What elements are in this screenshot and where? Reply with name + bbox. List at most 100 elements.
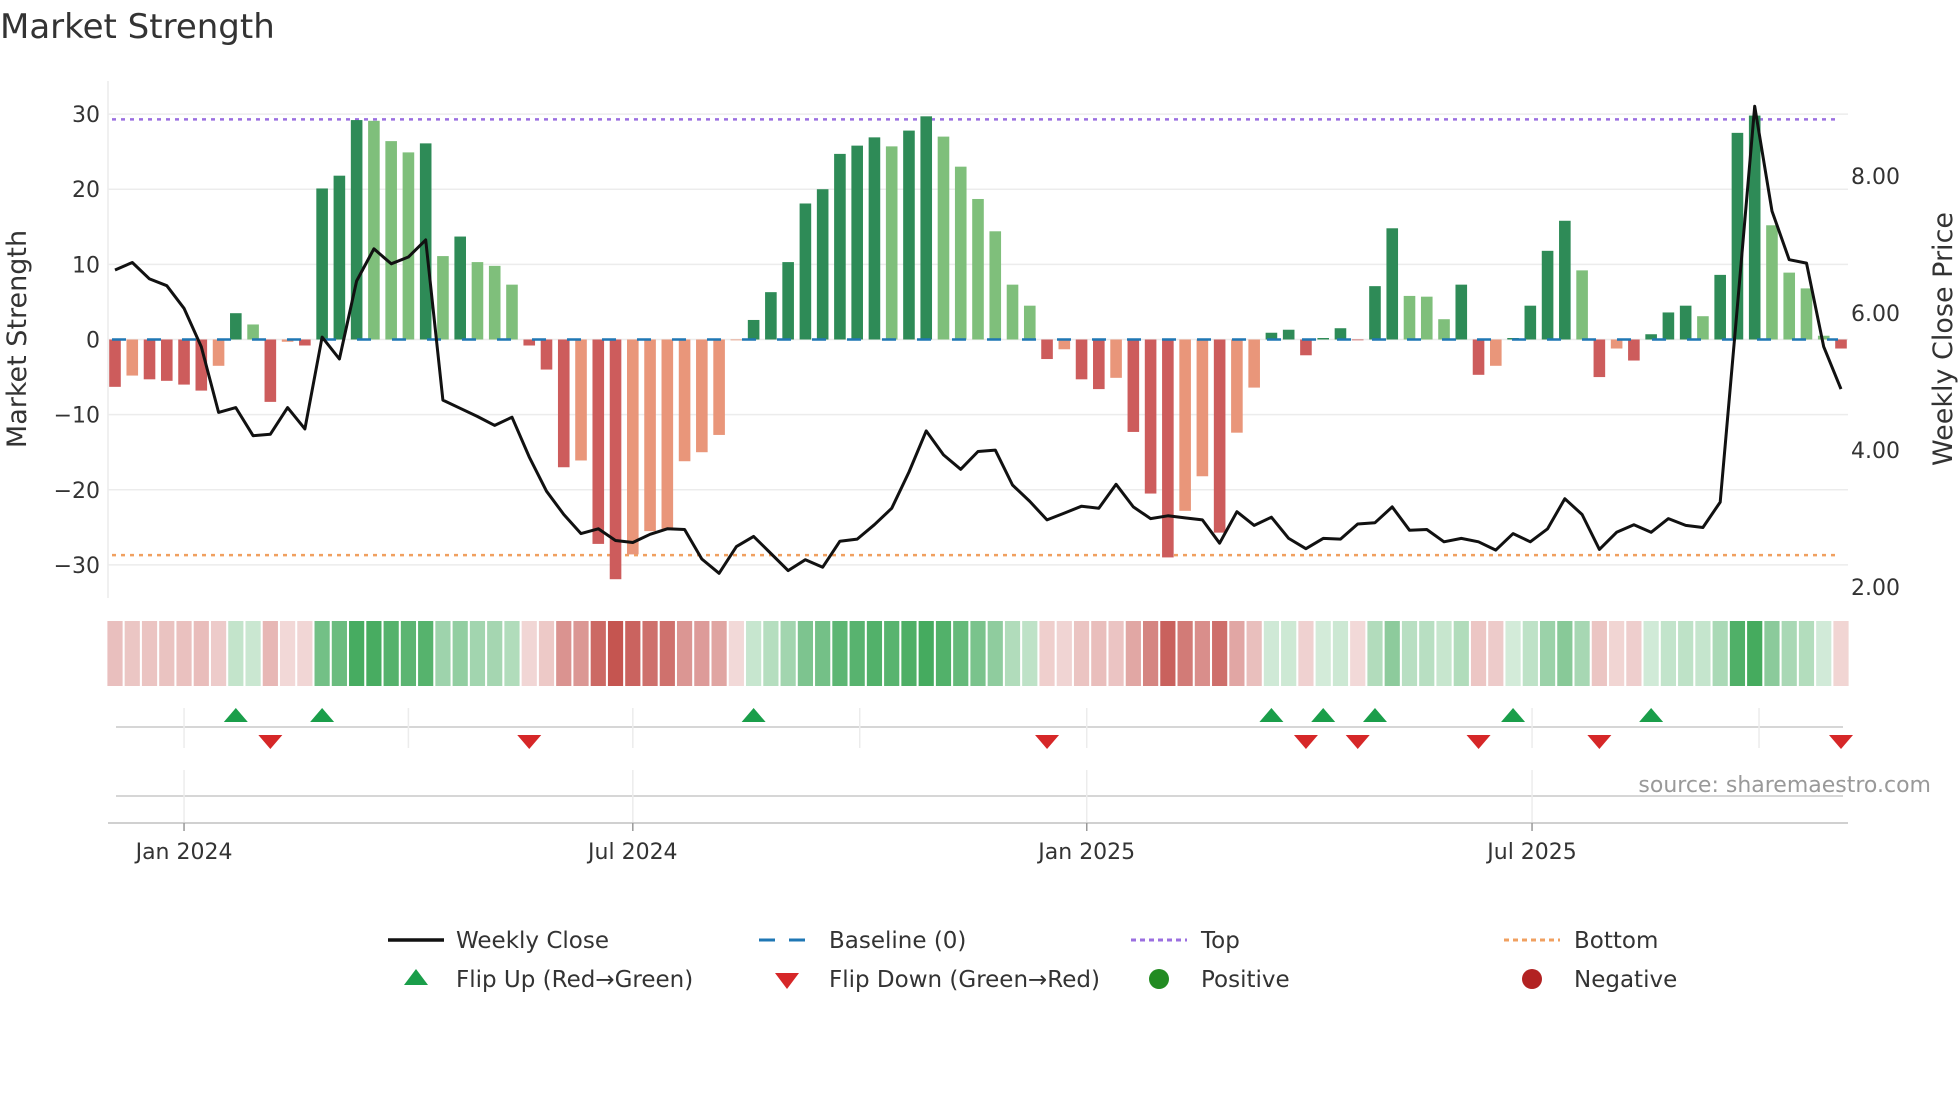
heat-cell [1384, 621, 1400, 686]
strength-bar [1300, 339, 1312, 356]
strength-bar [1679, 305, 1692, 340]
source-credit: source: sharemaestro.com [1638, 773, 1931, 798]
strength-bar [454, 236, 466, 340]
strength-bar [1179, 339, 1191, 511]
flip-up-marker [1639, 708, 1664, 722]
strength-bar [540, 339, 553, 370]
heat-cell [1695, 621, 1711, 686]
y-tick-label: −30 [54, 554, 100, 579]
strength-bar [1196, 339, 1209, 477]
legend-label: Positive [1201, 967, 1290, 993]
heat-cell [556, 621, 572, 686]
heat-cell [1332, 621, 1349, 686]
strength-bar [730, 339, 743, 341]
strength-bar [1714, 274, 1726, 340]
strength-bar [333, 175, 346, 340]
heat-cell [953, 621, 969, 686]
y2-tick-label: 4.00 [1851, 439, 1900, 464]
strength-bar [1628, 339, 1640, 361]
strength-bar [1041, 339, 1053, 360]
strength-bar [109, 339, 121, 387]
heat-cell [1522, 621, 1538, 686]
chart-title: Market Strength [0, 7, 275, 47]
strength-bar [1524, 305, 1537, 340]
strength-bar [1231, 339, 1243, 433]
heat-cell [1401, 621, 1418, 686]
right-axis-ticks: 2.00 4.00 6.00 8.00 [1851, 165, 1900, 601]
strength-bar [1835, 339, 1847, 349]
flip-up-marker [1362, 708, 1387, 722]
strength-bar [885, 146, 898, 340]
strength-bar [799, 203, 812, 340]
heat-cell [1194, 621, 1210, 686]
heat-cell [1004, 621, 1021, 686]
strength-bar [1127, 339, 1140, 432]
strength-bar [1697, 316, 1709, 340]
strength-bar [143, 339, 156, 380]
heat-cell [452, 621, 468, 686]
heat-cell [1557, 621, 1573, 686]
strength-bar [816, 189, 829, 340]
strength-bar [1162, 339, 1174, 558]
heat-cell [366, 621, 382, 686]
heat-cell [1143, 621, 1159, 686]
heat-cell [1764, 621, 1780, 686]
x-tick-label: Jul 2025 [1485, 840, 1577, 865]
heat-cell [1315, 621, 1331, 686]
strength-bar [557, 339, 570, 468]
heat-cell [901, 621, 917, 686]
heat-cell [228, 621, 244, 686]
heat-cell [1073, 621, 1090, 686]
strength-bar [1438, 319, 1450, 340]
strength-bar [868, 137, 881, 340]
flip-down-marker [1345, 735, 1370, 749]
heat-cell [176, 621, 192, 686]
flip-down-marker [258, 735, 283, 749]
heat-cell [1833, 621, 1849, 686]
heat-cell [383, 621, 399, 686]
strength-bar [264, 339, 277, 402]
heat-cell [1281, 621, 1297, 686]
market-strength-chart: Market Strength −30 −20 −10 0 10 20 30 2.00 4.0… [0, 7, 1959, 993]
heat-cell [1263, 621, 1280, 686]
strength-bar [1662, 312, 1675, 340]
x-tick-label: Jan 2024 [134, 840, 233, 865]
strength-bar [1593, 339, 1606, 378]
legend-triangle-up-icon [404, 969, 428, 985]
strength-bar [609, 339, 622, 580]
strength-bars [109, 115, 1847, 580]
heat-cell [1091, 621, 1107, 686]
legend: Weekly Close Baseline (0) Top Bottom Flip Up… [388, 928, 1677, 993]
strength-bar [1455, 284, 1468, 340]
heat-cell [159, 621, 175, 686]
flip-down-marker [517, 735, 542, 749]
heat-cell [124, 621, 140, 686]
legend-label: Flip Down (Green→Red) [829, 967, 1100, 993]
heat-cell [642, 621, 658, 686]
strength-heat-strip [107, 621, 1849, 686]
heat-cell [1056, 621, 1072, 686]
strength-bar [1334, 328, 1347, 340]
strength-bar [575, 339, 587, 461]
flip-down-marker [1466, 735, 1491, 749]
legend-item-line: Weekly Close [388, 928, 609, 954]
strength-bar [696, 339, 708, 453]
strength-bar [1075, 339, 1088, 380]
heat-cell [400, 621, 417, 686]
heat-cell [711, 621, 727, 686]
heat-cell [659, 621, 675, 686]
heat-cell [987, 621, 1003, 686]
strength-bar [1369, 286, 1381, 340]
heat-cell [1626, 621, 1642, 686]
heat-cell [1436, 621, 1452, 686]
strength-bar [1541, 250, 1554, 340]
flip-up-marker [223, 708, 248, 722]
strength-bar [212, 339, 225, 366]
heat-cell [418, 621, 434, 686]
x-tick-label: Jan 2025 [1036, 840, 1135, 865]
heat-cell [487, 621, 503, 686]
strength-bar [747, 319, 760, 340]
heat-cell [1367, 621, 1383, 686]
heat-cell [1470, 621, 1487, 686]
strength-bar [713, 339, 725, 435]
